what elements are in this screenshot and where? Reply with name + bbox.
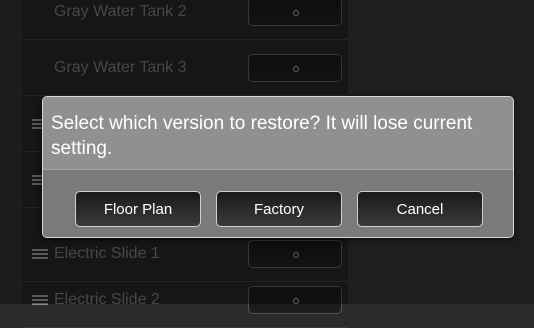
restore-dialog: Select which version to restore? It will… — [42, 96, 514, 238]
dialog-message-area: Select which version to restore? It will… — [43, 97, 513, 169]
cancel-button[interactable]: Cancel — [357, 191, 483, 227]
factory-button[interactable]: Factory — [216, 191, 342, 227]
dialog-button-bar: Floor Plan Factory Cancel — [43, 169, 513, 237]
dialog-message: Select which version to restore? It will… — [51, 113, 473, 159]
floor-plan-button[interactable]: Floor Plan — [75, 191, 201, 227]
